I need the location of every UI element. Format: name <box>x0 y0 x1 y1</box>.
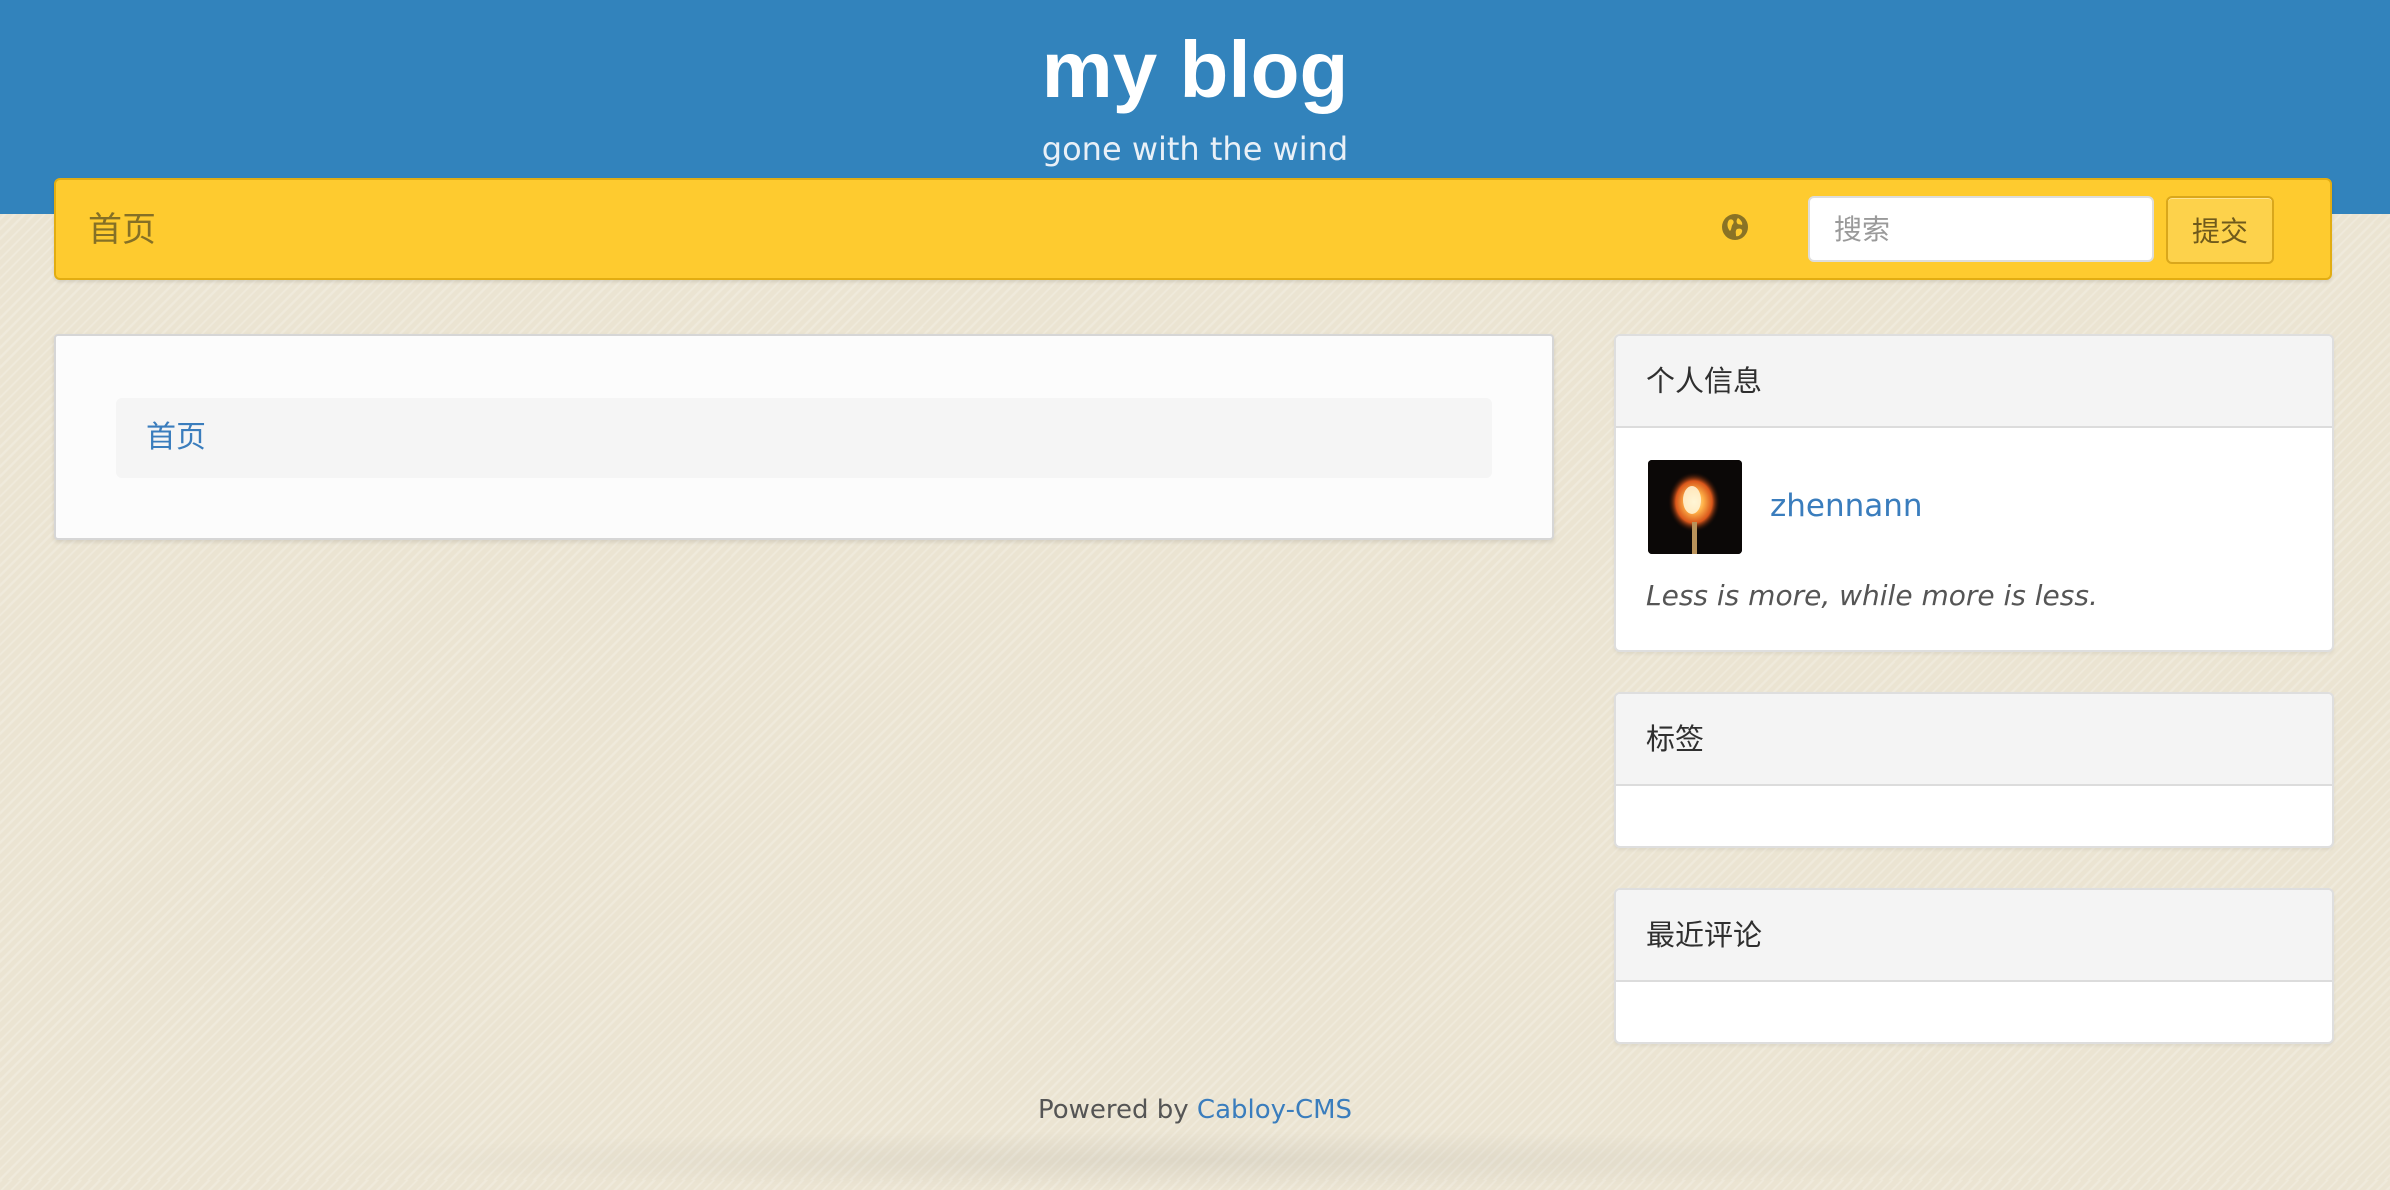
nav-home-link[interactable]: 首页 <box>88 208 156 252</box>
tags-widget: 标签 <box>1614 692 2334 848</box>
footer-shadow <box>300 1130 2090 1190</box>
submit-button[interactable]: 提交 <box>2166 196 2274 264</box>
tags-widget-title: 标签 <box>1616 694 2332 786</box>
main-content-panel: 首页 <box>54 334 1554 540</box>
recent-comments-widget: 最近评论 <box>1614 888 2334 1044</box>
site-title: my blog <box>1041 25 1349 114</box>
site-subtitle: gone with the wind <box>1041 130 1349 168</box>
footer: Powered by Cabloy-CMS <box>0 1090 2390 1130</box>
avatar[interactable] <box>1648 460 1742 554</box>
search-input[interactable] <box>1808 196 2154 262</box>
breadcrumb: 首页 <box>116 398 1492 478</box>
avatar-image <box>1648 460 1742 554</box>
recent-comments-widget-title: 最近评论 <box>1616 890 2332 982</box>
profile-motto: Less is more, while more is less. <box>1646 579 2098 612</box>
globe-icon[interactable] <box>1720 212 1750 242</box>
profile-widget: 个人信息 zhennann Less is more, while more i… <box>1614 334 2334 652</box>
footer-powered-text: Powered by <box>1037 1095 1189 1125</box>
profile-username-link[interactable]: zhennann <box>1770 484 1923 528</box>
footer-cms-link[interactable]: Cabloy-CMS <box>1197 1095 1352 1125</box>
breadcrumb-home-link[interactable]: 首页 <box>146 418 206 458</box>
top-navbar: 首页 提交 <box>54 178 2332 280</box>
profile-widget-title: 个人信息 <box>1616 336 2332 428</box>
